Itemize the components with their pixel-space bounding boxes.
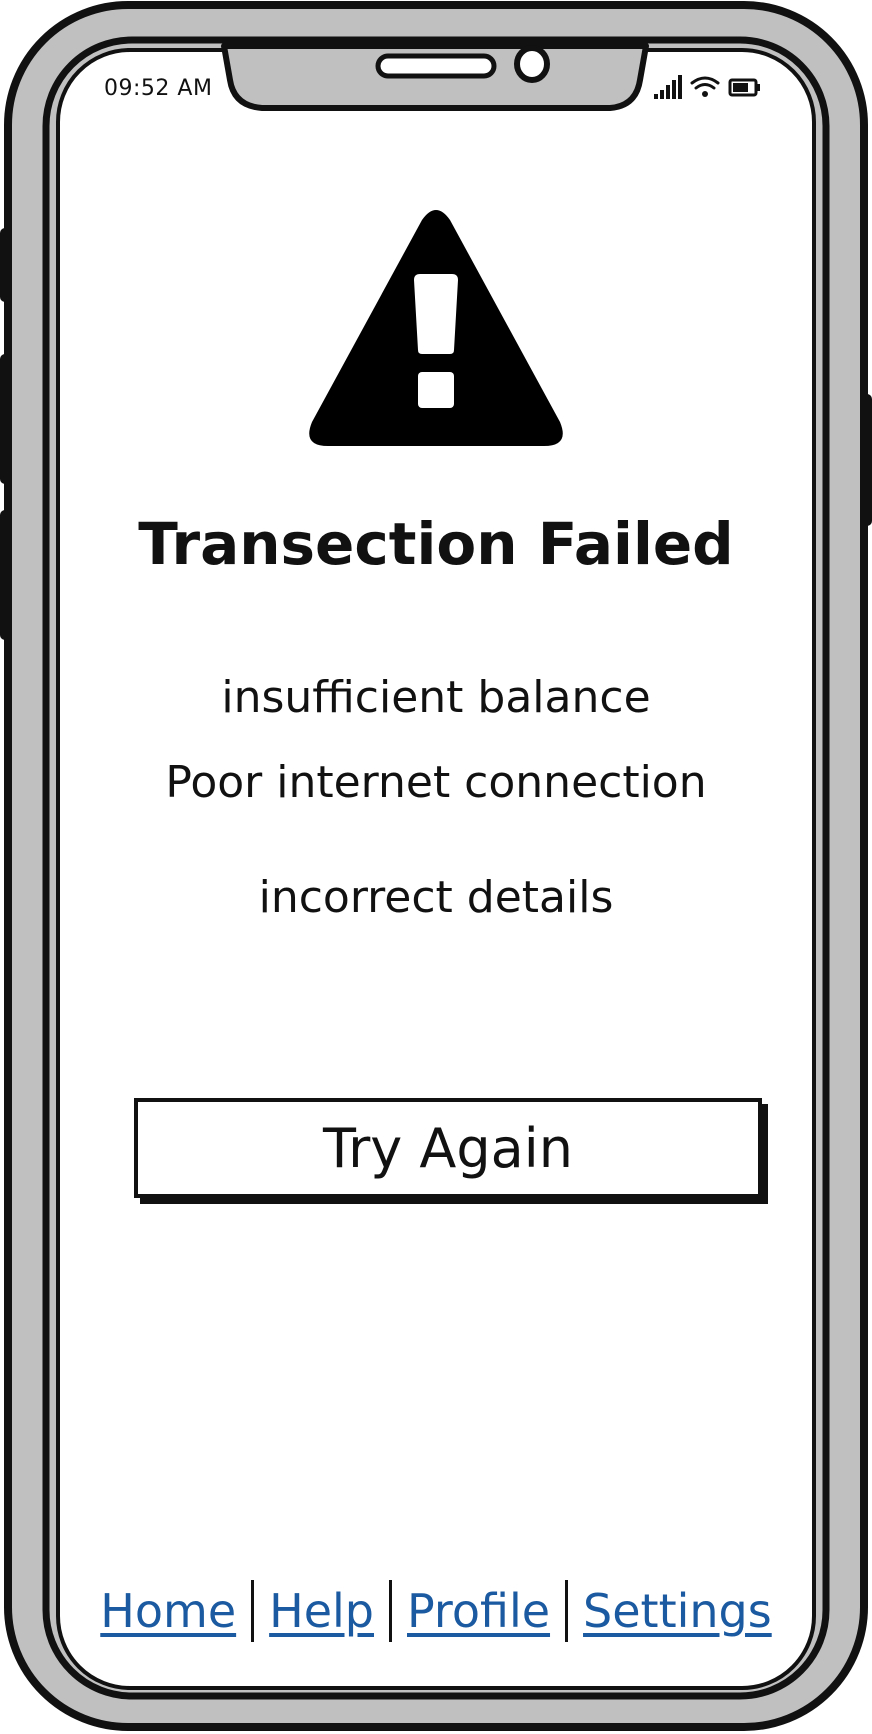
- wifi-icon: [690, 76, 720, 97]
- nav-divider: [251, 1580, 255, 1642]
- status-icons: [654, 75, 760, 99]
- try-again-button[interactable]: Try Again: [134, 1098, 762, 1198]
- bottom-nav: Home Help Profile Settings: [100, 1576, 772, 1646]
- page-title: Transection Failed: [138, 510, 734, 578]
- warning-icon: [309, 210, 563, 446]
- signal-icon: [654, 75, 682, 99]
- status-time: 09:52 AM: [104, 76, 213, 101]
- nav-divider: [565, 1580, 569, 1642]
- nav-link-profile[interactable]: Profile: [407, 1584, 550, 1638]
- failure-reason: insufficient balance: [221, 672, 651, 723]
- try-again-label: Try Again: [323, 1116, 573, 1180]
- nav-link-home[interactable]: Home: [100, 1584, 236, 1638]
- nav-link-help[interactable]: Help: [269, 1584, 374, 1638]
- failure-reason: Poor internet connection: [165, 757, 707, 808]
- nav-divider: [389, 1580, 392, 1642]
- failure-reason: incorrect details: [258, 872, 614, 923]
- nav-link-settings[interactable]: Settings: [583, 1584, 772, 1638]
- phone-mockup: 09:52 AM Transection Failed insufficient…: [0, 0, 872, 1734]
- camera-icon: [514, 45, 550, 83]
- speaker-icon: [375, 53, 497, 79]
- battery-icon: [728, 78, 760, 97]
